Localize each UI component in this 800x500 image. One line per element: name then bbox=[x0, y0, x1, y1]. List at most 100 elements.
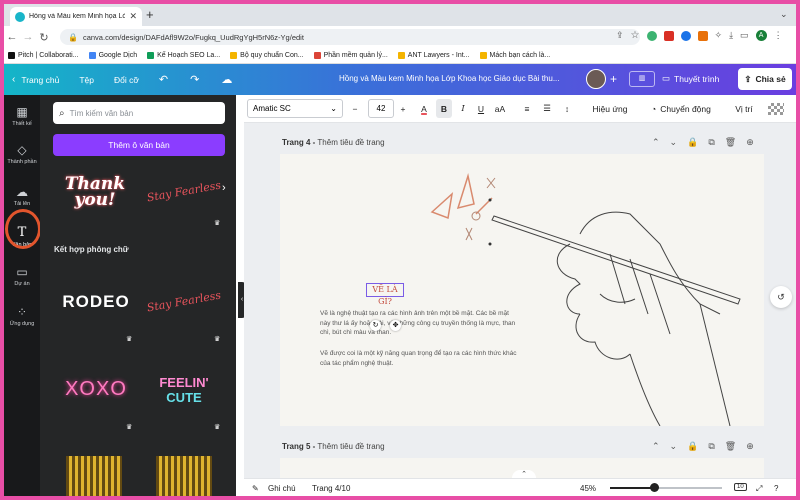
add-collaborator-icon[interactable]: + bbox=[610, 72, 617, 86]
font-combo-thank-you[interactable]: Thank you! bbox=[55, 164, 135, 220]
undo-icon[interactable]: ↶ bbox=[159, 73, 168, 86]
lock-icon[interactable]: 🔒 bbox=[687, 441, 698, 452]
comment-icon[interactable]: ↺ bbox=[770, 286, 792, 308]
fullscreen-icon[interactable]: ⤢ bbox=[756, 484, 762, 494]
menu-dots-icon[interactable]: ⋮ bbox=[774, 30, 783, 41]
font-combo-feelin-cute[interactable]: FEELIN' CUTE bbox=[144, 366, 224, 414]
help-icon[interactable]: ? bbox=[774, 484, 778, 493]
chevron-left-icon[interactable]: ‹ bbox=[12, 74, 15, 85]
page-5-header[interactable]: Trang 5 - Thêm tiêu đề trang bbox=[282, 442, 385, 451]
bookmark-item[interactable]: ANT Lawyers - Int... bbox=[397, 52, 470, 59]
rail-item-elements[interactable]: ◇ Thành phần bbox=[4, 143, 40, 165]
heading-text-box[interactable]: VẼ LÀ GÌ? bbox=[366, 283, 404, 306]
zoom-slider[interactable] bbox=[610, 487, 722, 489]
crown-icon: ♛ bbox=[214, 424, 221, 431]
design-page[interactable] bbox=[280, 154, 764, 426]
browser-tab[interactable]: Hồng và Màu kem Minh họa Lớ ✕ bbox=[10, 7, 142, 26]
forward-icon[interactable]: → bbox=[20, 31, 36, 43]
share-page-icon[interactable]: ⇪ bbox=[616, 30, 624, 41]
extension-red-icon[interactable] bbox=[663, 30, 674, 41]
rail-item-upload[interactable]: ☁ Tải lên bbox=[4, 185, 40, 207]
rotate-handle-icon[interactable]: ↻ bbox=[370, 320, 381, 331]
decrease-size-button[interactable]: − bbox=[348, 99, 362, 118]
increase-size-button[interactable]: + bbox=[396, 99, 410, 118]
bookmark-item[interactable]: Phần mềm quản lý... bbox=[313, 52, 388, 59]
trash-icon[interactable]: 🗑 bbox=[725, 441, 736, 452]
chevron-down-icon[interactable]: ⌄ bbox=[670, 137, 678, 148]
tab-list-chevron-icon[interactable]: ⌄ bbox=[780, 9, 788, 20]
lock-icon[interactable]: 🔒 bbox=[687, 137, 698, 148]
grid-view-button[interactable]: 10 bbox=[734, 483, 747, 491]
bookmark-item[interactable]: Pitch | Collaborati... bbox=[8, 52, 79, 59]
page-4-header[interactable]: Trang 4 - Thêm tiêu đề trang bbox=[282, 138, 385, 147]
bookmark-star-icon[interactable]: ☆ bbox=[631, 30, 640, 41]
bookmark-item[interactable]: Bộ quy chuẩn Con... bbox=[230, 52, 304, 59]
rail-item-projects[interactable]: ▭ Dự án bbox=[4, 265, 40, 287]
cloud-save-icon[interactable]: ☁ bbox=[221, 73, 232, 86]
italic-icon[interactable]: I bbox=[456, 99, 470, 118]
align-center-icon[interactable]: ≡ bbox=[519, 99, 535, 118]
duplicate-icon[interactable]: ⧉ bbox=[708, 441, 714, 452]
add-page-icon[interactable]: ⊕ bbox=[746, 441, 754, 452]
notes-button[interactable]: Ghi chú bbox=[268, 484, 296, 493]
bookmark-item[interactable]: Kế Hoạch SEO La... bbox=[147, 52, 220, 59]
transparency-icon[interactable] bbox=[768, 103, 784, 115]
font-combo-xoxo[interactable]: XOXO bbox=[55, 369, 137, 409]
new-tab-button[interactable]: + bbox=[146, 7, 154, 22]
chevron-up-icon[interactable]: ⌃ bbox=[652, 137, 660, 148]
document-title[interactable]: Hồng và Màu kem Minh họa Lớp Khoa học Gi… bbox=[339, 74, 559, 83]
stats-icon[interactable]: ▥ bbox=[629, 71, 655, 87]
font-combo-gold-2[interactable] bbox=[156, 456, 212, 496]
extension-blue-icon[interactable] bbox=[680, 30, 691, 41]
chevron-down-icon[interactable]: ⌄ bbox=[670, 441, 678, 452]
back-icon[interactable]: ← bbox=[4, 31, 20, 43]
bold-icon[interactable]: B bbox=[436, 99, 452, 118]
download-icon[interactable]: ⤓ bbox=[729, 30, 733, 41]
extension-orange-icon[interactable] bbox=[697, 30, 708, 41]
puzzle-icon[interactable]: ✧ bbox=[715, 30, 723, 41]
extension-green-icon[interactable] bbox=[646, 30, 657, 41]
search-input[interactable]: ⌕ Tìm kiếm văn bản bbox=[53, 102, 225, 124]
sidebar-icon[interactable]: ▭ bbox=[740, 30, 749, 41]
letter-case-icon[interactable]: aA bbox=[492, 99, 508, 118]
bookmark-item[interactable]: Google Dịch bbox=[88, 52, 137, 59]
paragraph-2[interactable]: Vẽ được coi là một kỹ năng quan trọng để… bbox=[320, 349, 520, 368]
text-color-icon[interactable]: A bbox=[416, 99, 432, 118]
rail-item-design[interactable]: ▦ Thiết kế bbox=[4, 105, 40, 127]
avatar[interactable] bbox=[586, 69, 606, 89]
chevron-up-icon[interactable]: ⌃ bbox=[652, 441, 660, 452]
chevron-right-icon[interactable]: › bbox=[222, 182, 226, 194]
resize-menu[interactable]: Đổi cỡ bbox=[114, 75, 139, 85]
font-combo-gold-1[interactable] bbox=[66, 456, 122, 496]
effects-button[interactable]: Hiệu ứng bbox=[588, 99, 632, 118]
zoom-slider-knob[interactable] bbox=[649, 483, 659, 492]
list-icon[interactable]: ☰ bbox=[539, 99, 555, 118]
animate-button[interactable]: ◔ Chuyển động bbox=[644, 99, 718, 118]
reload-icon[interactable]: ↻ bbox=[36, 31, 52, 44]
spacing-icon[interactable]: ↕ bbox=[559, 99, 575, 118]
present-button[interactable]: ▭ Thuyết trình bbox=[662, 73, 719, 84]
page-indicator[interactable]: Trang 4/10 bbox=[312, 484, 350, 493]
paragraph-1[interactable]: Vẽ là nghệ thuật tạo ra các hình ảnh trê… bbox=[320, 309, 520, 338]
position-button[interactable]: Vị trí bbox=[730, 99, 758, 118]
share-button[interactable]: ⇪ Chia sẻ bbox=[738, 68, 792, 90]
move-handle-icon[interactable]: ✥ bbox=[390, 320, 401, 331]
rail-item-apps[interactable]: ⁘ Ứng dụng bbox=[4, 305, 40, 327]
redo-icon[interactable]: ↷ bbox=[190, 73, 199, 86]
add-page-icon[interactable]: ⊕ bbox=[746, 137, 754, 148]
url-bar[interactable]: 🔒 canva.com/design/DAFdAfl9W2o/Fugkq_Uud… bbox=[60, 29, 640, 45]
close-tab-icon[interactable]: ✕ bbox=[129, 11, 137, 22]
file-menu[interactable]: Tệp bbox=[79, 75, 94, 85]
profile-avatar[interactable]: A bbox=[755, 30, 767, 41]
underline-icon[interactable]: U bbox=[474, 99, 488, 118]
home-menu[interactable]: Trang chủ bbox=[21, 75, 59, 85]
bookmark-item[interactable]: Mách bạn cách là... bbox=[479, 52, 550, 59]
font-combo-rodeo[interactable]: RODEO bbox=[55, 282, 137, 322]
notes-icon[interactable]: ✎ bbox=[252, 484, 259, 493]
add-text-button[interactable]: Thêm ô văn bản bbox=[53, 134, 225, 156]
font-select[interactable]: Amatic SC ⌄ bbox=[247, 99, 343, 118]
trash-icon[interactable]: 🗑 bbox=[725, 137, 736, 148]
zoom-level[interactable]: 45% bbox=[580, 484, 596, 493]
duplicate-icon[interactable]: ⧉ bbox=[708, 137, 714, 148]
font-size-input[interactable]: 42 bbox=[368, 99, 394, 118]
